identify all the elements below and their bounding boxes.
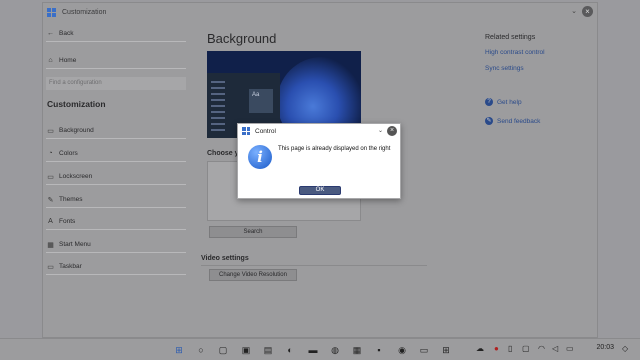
battery-icon[interactable]: ▯ — [508, 344, 512, 353]
notification-icon[interactable]: ◇ — [622, 344, 628, 353]
wifi-icon[interactable]: ◠ — [538, 344, 545, 353]
sidebar-item-label: Fonts — [59, 218, 76, 225]
close-icon[interactable]: × — [582, 6, 593, 17]
speaker-icon[interactable]: ◁ — [552, 344, 558, 353]
app-icon-4[interactable]: ▦ — [351, 344, 363, 356]
sidebar: ← Back ⌂ Home Find a configuration Custo… — [43, 21, 189, 339]
get-help-link[interactable]: ? Get help — [485, 98, 522, 106]
sidebar-item-taskbar[interactable]: ▭ Taskbar — [46, 259, 186, 275]
sidebar-item-background[interactable]: ▭ Background — [46, 123, 186, 139]
record-icon[interactable]: ● — [494, 344, 499, 353]
back-label: Back — [59, 30, 74, 37]
lockscreen-icon: ▭ — [47, 173, 54, 181]
start-menu-icon: ▦ — [47, 241, 54, 249]
app-icon-2[interactable]: ▤ — [262, 344, 274, 356]
sidebar-item-lockscreen[interactable]: ▭ Lockscreen — [46, 169, 186, 185]
info-icon: i — [248, 145, 272, 169]
app-icon-3[interactable]: ◐ — [284, 344, 296, 356]
image-icon: ▭ — [47, 127, 54, 135]
related-title: Related settings — [485, 34, 536, 41]
send-feedback-link[interactable]: ✎ Send feedback — [485, 117, 540, 125]
sidebar-item-themes[interactable]: ✎ Themes — [46, 192, 186, 208]
video-settings-title: Video settings — [201, 255, 249, 262]
search-icon[interactable]: ○ — [195, 344, 207, 356]
sidebar-item-label: Taskbar — [59, 263, 82, 270]
sidebar-item-label: Colors — [59, 150, 78, 157]
sidebar-item-fonts[interactable]: A Fonts — [46, 214, 186, 230]
dialog-title-bar[interactable]: Control — [238, 124, 400, 138]
search-button[interactable]: Search — [209, 226, 297, 238]
browser-icon[interactable]: ◍ — [329, 344, 341, 356]
get-help-label: Get help — [497, 98, 522, 106]
dialog-message: This page is already displayed on the ri… — [278, 146, 391, 152]
help-icon: ? — [485, 98, 493, 106]
app-icon-6[interactable]: ◉ — [396, 344, 408, 356]
home-icon: ⌂ — [48, 57, 53, 64]
close-icon[interactable]: × — [387, 126, 397, 136]
feedback-icon: ✎ — [485, 117, 493, 125]
preview-tile: Aa — [249, 89, 273, 113]
sync-settings-link[interactable]: Sync settings — [485, 65, 524, 72]
sidebar-item-label: Lockscreen — [59, 173, 93, 180]
back-button[interactable]: ← Back — [46, 26, 186, 42]
control-dialog: Control ⌄ × i This page is already displ… — [237, 123, 401, 199]
sidebar-item-label: Themes — [59, 196, 83, 203]
title-bar[interactable]: Customization ⌄ × — [43, 3, 597, 21]
app-icon-1[interactable]: ▣ — [240, 344, 252, 356]
network-icon[interactable]: ▭ — [566, 344, 574, 353]
ok-button[interactable]: OK — [299, 186, 341, 195]
section-title: Customization — [47, 99, 106, 109]
chevron-down-icon[interactable]: ⌄ — [571, 7, 577, 15]
chevron-down-icon[interactable]: ⌄ — [378, 127, 383, 134]
back-arrow-icon: ← — [47, 30, 54, 37]
settings-app-icon[interactable]: ⊞ — [440, 344, 452, 356]
taskbar: ⊞ ○ ▢ ▣ ▤ ◐ ▬ ◍ ▦ ▪ ◉ ▭ ⊞ ☁ ● ▯ ▢ ◠ ◁ ▭ … — [0, 338, 640, 360]
sidebar-item-colors[interactable]: ◔ Colors — [46, 146, 186, 162]
palette-icon: ◔ — [48, 150, 53, 157]
divider — [201, 265, 427, 266]
search-input[interactable]: Find a configuration — [46, 77, 186, 90]
high-contrast-link[interactable]: High contrast control — [485, 49, 545, 56]
sidebar-item-label: Start Menu — [59, 241, 91, 248]
send-feedback-label: Send feedback — [497, 117, 541, 125]
cloud-icon[interactable]: ☁ — [476, 344, 484, 353]
taskbar-icon: ▭ — [47, 263, 54, 271]
windows-logo-icon — [47, 7, 56, 17]
fonts-icon: A — [48, 218, 53, 225]
sidebar-item-label: Background — [59, 127, 94, 134]
sidebar-item-start-menu[interactable]: ▦ Start Menu — [46, 237, 186, 253]
terminal-icon[interactable]: ▭ — [418, 344, 430, 356]
clipboard-icon[interactable]: ▢ — [522, 344, 530, 353]
home-button[interactable]: ⌂ Home — [46, 53, 186, 69]
task-view-icon[interactable]: ▢ — [217, 344, 229, 356]
home-label: Home — [59, 57, 77, 64]
start-icon[interactable]: ⊞ — [173, 344, 185, 356]
change-video-resolution-button[interactable]: Change Video Resolution — [209, 269, 297, 281]
clock[interactable]: 20:03 — [596, 344, 614, 351]
dialog-title: Control — [255, 127, 276, 135]
folder-icon[interactable]: ▬ — [307, 344, 319, 356]
window-title: Customization — [62, 8, 107, 16]
page-title: Background — [207, 31, 277, 46]
app-icon-5[interactable]: ▪ — [373, 344, 385, 356]
preview-sidebar — [211, 81, 225, 135]
themes-icon: ✎ — [47, 196, 54, 204]
windows-logo-icon — [242, 127, 250, 135]
